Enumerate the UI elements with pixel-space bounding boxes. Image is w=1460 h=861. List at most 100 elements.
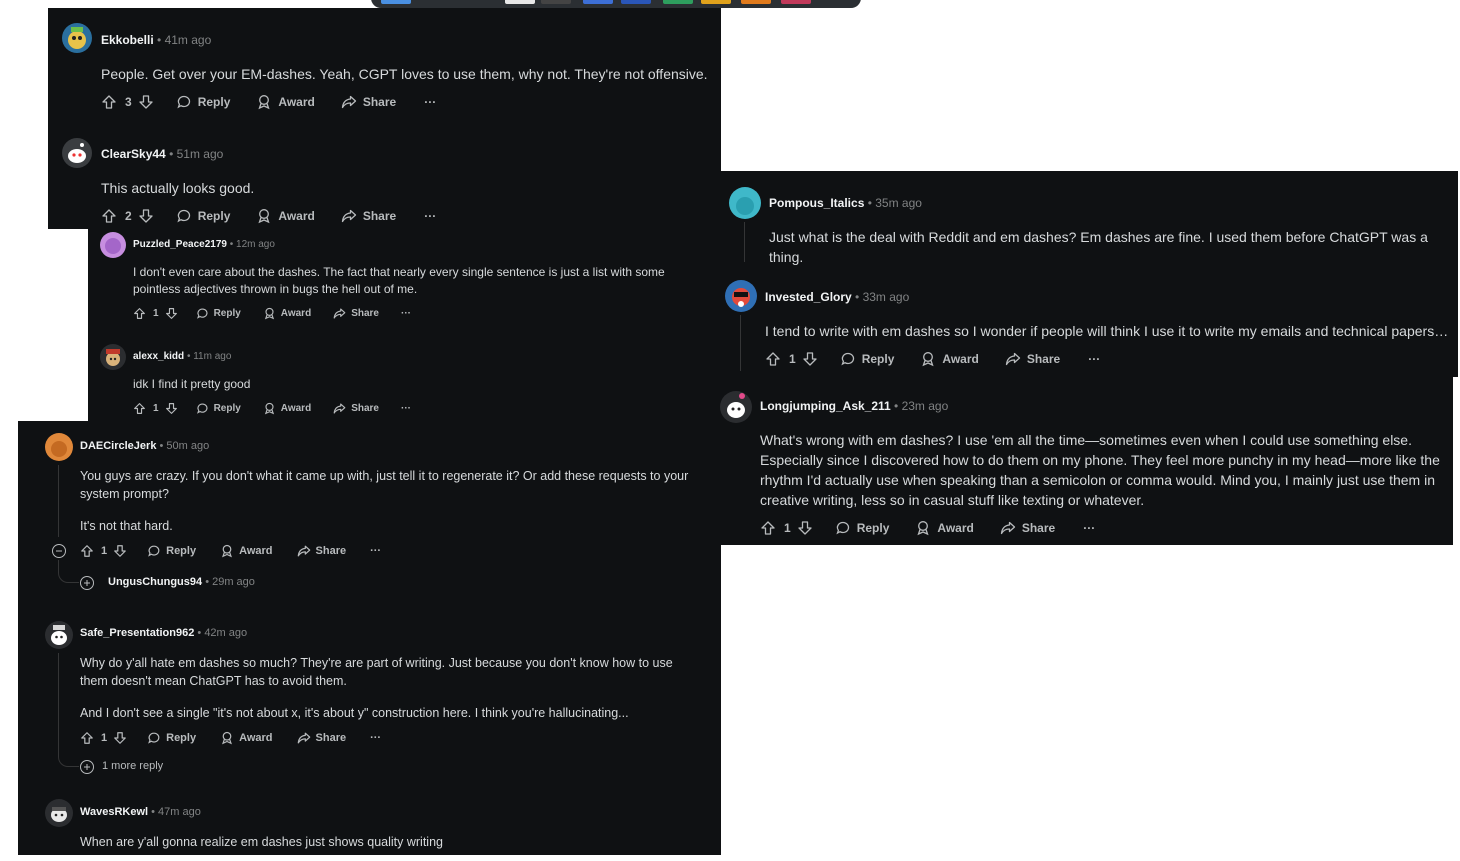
upvote-icon[interactable] (80, 731, 94, 745)
username[interactable]: DAECircleJerk (80, 440, 156, 452)
username[interactable]: Invested_Glory (765, 290, 852, 304)
timestamp[interactable]: • 35m ago (868, 196, 922, 210)
reply-button[interactable]: Reply (835, 520, 889, 536)
award-button[interactable]: Award (263, 402, 311, 415)
reply-button[interactable]: Reply (196, 307, 241, 320)
avatar[interactable] (45, 433, 73, 461)
username[interactable]: UngusChungus94 (108, 576, 202, 588)
award-button[interactable]: Award (220, 731, 273, 745)
upvote-icon[interactable] (760, 520, 776, 536)
avatar[interactable] (45, 621, 73, 649)
avatar[interactable] (62, 138, 92, 168)
share-button[interactable]: Share (333, 307, 379, 320)
timestamp[interactable]: • 50m ago (160, 440, 210, 452)
downvote-icon[interactable] (113, 731, 127, 745)
downvote-icon[interactable] (165, 402, 178, 415)
upvote-icon[interactable] (133, 402, 146, 415)
upvote-icon[interactable] (101, 208, 117, 224)
downvote-icon[interactable] (797, 520, 813, 536)
share-button[interactable]: Share (297, 544, 346, 558)
username[interactable]: Safe_Presentation962 (80, 627, 194, 639)
collapse-thread-button[interactable] (52, 544, 66, 558)
award-button[interactable]: Award (263, 307, 311, 320)
timestamp[interactable]: • 41m ago (157, 33, 211, 47)
downvote-icon[interactable] (138, 94, 154, 110)
share-button[interactable]: Share (297, 731, 346, 745)
timestamp[interactable]: • 47m ago (151, 806, 201, 818)
award-button[interactable]: Award (915, 520, 974, 536)
timestamp[interactable]: • 29m ago (205, 576, 255, 588)
username[interactable]: Puzzled_Peace2179 (133, 239, 227, 250)
toolbar-swatch[interactable] (541, 0, 571, 4)
toolbar-swatch[interactable] (663, 0, 693, 4)
more-options-button[interactable]: ··· (1083, 521, 1095, 535)
more-options-button[interactable]: ··· (401, 308, 411, 319)
expand-reply-button[interactable] (80, 576, 94, 590)
thread-line[interactable] (744, 222, 745, 262)
avatar[interactable] (720, 391, 752, 423)
reply-button[interactable]: Reply (147, 544, 196, 558)
toolbar-swatch[interactable] (621, 0, 651, 4)
username[interactable]: WavesRKewl (80, 806, 148, 818)
thread-line[interactable] (58, 465, 59, 537)
toolbar-swatch[interactable] (741, 0, 771, 4)
timestamp[interactable]: • 33m ago (855, 290, 909, 304)
comment-actions: 1 Reply Award Share ··· (133, 307, 411, 320)
username[interactable]: ClearSky44 (101, 147, 166, 161)
award-button[interactable]: Award (920, 351, 979, 367)
toolbar-swatch[interactable] (701, 0, 731, 4)
expand-replies-button[interactable] (80, 760, 94, 774)
collapsed-reply[interactable]: UngusChungus94 • 29m ago (108, 576, 255, 588)
username[interactable]: Longjumping_Ask_211 (760, 399, 891, 413)
avatar[interactable] (100, 232, 126, 258)
username[interactable]: Ekkobelli (101, 33, 154, 47)
more-options-button[interactable]: ··· (424, 95, 436, 109)
share-button[interactable]: Share (341, 94, 396, 110)
downvote-icon[interactable] (138, 208, 154, 224)
share-button[interactable]: Share (341, 208, 396, 224)
timestamp[interactable]: • 51m ago (169, 147, 223, 161)
share-button[interactable]: Share (1005, 351, 1060, 367)
downvote-icon[interactable] (113, 544, 127, 558)
reply-button[interactable]: Reply (147, 731, 196, 745)
avatar[interactable] (62, 23, 92, 53)
more-options-button[interactable]: ··· (1088, 352, 1100, 366)
username[interactable]: alexx_kidd (133, 351, 184, 362)
timestamp[interactable]: • 23m ago (894, 399, 948, 413)
share-button[interactable]: Share (333, 402, 379, 415)
avatar[interactable] (729, 187, 761, 219)
comment-text: Why do y'all hate em dashes so much? The… (80, 656, 673, 688)
toolbar-swatch[interactable] (505, 0, 535, 4)
avatar[interactable] (45, 799, 73, 827)
reply-button[interactable]: Reply (840, 351, 894, 367)
timestamp[interactable]: • 12m ago (230, 239, 275, 250)
reply-button[interactable]: Reply (196, 402, 241, 415)
more-options-button[interactable]: ··· (424, 209, 436, 223)
downvote-icon[interactable] (802, 351, 818, 367)
timestamp[interactable]: • 11m ago (187, 351, 231, 362)
upvote-icon[interactable] (101, 94, 117, 110)
username[interactable]: Pompous_Italics (769, 196, 864, 210)
toolbar-swatch[interactable] (781, 0, 811, 4)
share-button[interactable]: Share (1000, 520, 1055, 536)
thread-line[interactable] (58, 653, 59, 753)
upvote-icon[interactable] (133, 307, 146, 320)
toolbar-swatch[interactable] (381, 0, 411, 4)
downvote-icon[interactable] (165, 307, 178, 320)
toolbar-swatch[interactable] (583, 0, 613, 4)
avatar[interactable] (725, 280, 757, 312)
award-button[interactable]: Award (220, 544, 273, 558)
more-replies-link[interactable]: 1 more reply (102, 760, 163, 772)
more-options-button[interactable]: ··· (370, 545, 381, 557)
avatar[interactable] (100, 344, 126, 370)
reply-button[interactable]: Reply (176, 208, 230, 224)
upvote-icon[interactable] (80, 544, 94, 558)
reply-button[interactable]: Reply (176, 94, 230, 110)
award-button[interactable]: Award (256, 94, 315, 110)
upvote-icon[interactable] (765, 351, 781, 367)
timestamp[interactable]: • 42m ago (197, 627, 247, 639)
more-options-button[interactable]: ··· (401, 403, 411, 414)
more-options-button[interactable]: ··· (370, 732, 381, 744)
thread-line[interactable] (740, 315, 741, 371)
award-button[interactable]: Award (256, 208, 315, 224)
